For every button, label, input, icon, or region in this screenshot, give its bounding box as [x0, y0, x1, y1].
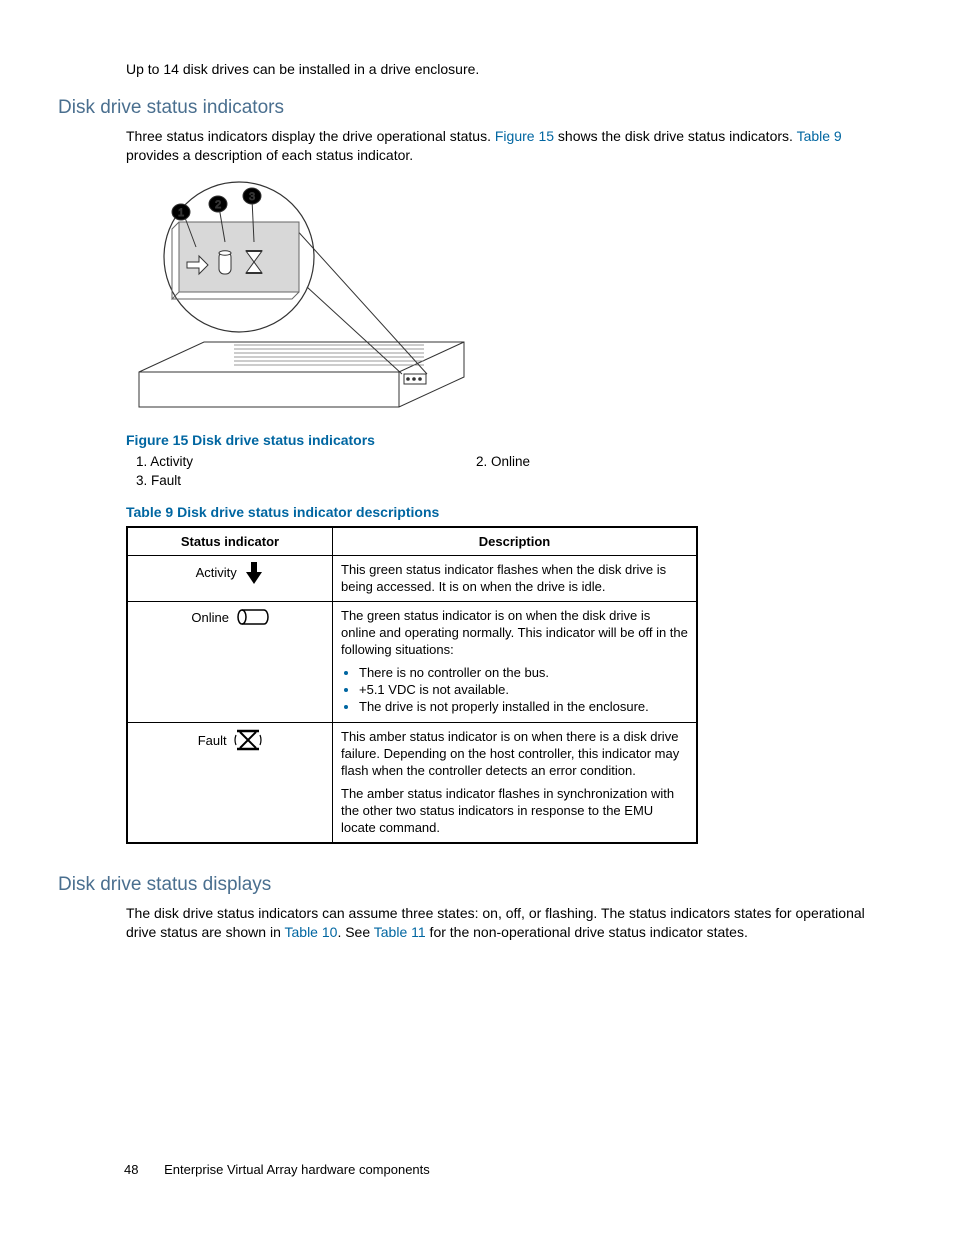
figure-15-caption: Figure 15 Disk drive status indicators — [126, 432, 896, 448]
table-head-description: Description — [333, 527, 698, 556]
figure-legend: 1. Activity 2. Online 3. Fault — [136, 454, 896, 488]
legend-item-2: 2. Online — [476, 454, 816, 469]
table-row: Fault This amber status indicator is on … — [127, 723, 697, 844]
online-bullets: There is no controller on the bus. +5.1 … — [341, 665, 688, 714]
figure-15-image: 1 2 3 — [124, 177, 484, 422]
text: for the non-operational drive status ind… — [426, 924, 748, 940]
svg-text:3: 3 — [249, 191, 255, 203]
intro-para: Up to 14 disk drives can be installed in… — [126, 60, 896, 79]
indicator-label-activity: Activity — [196, 565, 237, 580]
section2-para: The disk drive status indicators can ass… — [126, 904, 896, 942]
table-9: Status indicator Description Activity Th… — [126, 526, 698, 845]
fault-hourglass-icon — [234, 729, 262, 751]
link-table-9[interactable]: Table 9 — [797, 128, 842, 144]
footer-title: Enterprise Virtual Array hardware compon… — [164, 1162, 430, 1177]
table-9-caption: Table 9 Disk drive status indicator desc… — [126, 504, 896, 520]
desc-fault-2: The amber status indicator flashes in sy… — [341, 786, 688, 837]
link-table-10[interactable]: Table 10 — [285, 924, 338, 940]
page-number: 48 — [124, 1162, 138, 1177]
section-heading-indicators: Disk drive status indicators — [58, 97, 896, 119]
section-heading-displays: Disk drive status displays — [58, 874, 896, 896]
table-row: Online The green status indicator is on … — [127, 602, 697, 723]
desc-online: The green status indicator is on when th… — [341, 608, 688, 659]
svg-text:1: 1 — [178, 207, 184, 219]
section1-para: Three status indicators display the driv… — [126, 127, 896, 165]
legend-item-3: 3. Fault — [136, 473, 476, 488]
bullet: +5.1 VDC is not available. — [359, 682, 688, 697]
online-cylinder-icon — [237, 608, 269, 626]
desc-fault-1: This amber status indicator is on when t… — [341, 729, 688, 780]
page-footer: 48 Enterprise Virtual Array hardware com… — [0, 1162, 954, 1177]
svg-text:2: 2 — [215, 199, 221, 211]
table-head-indicator: Status indicator — [127, 527, 333, 556]
indicator-label-online: Online — [191, 610, 229, 625]
bullet: There is no controller on the bus. — [359, 665, 688, 680]
text: shows the disk drive status indicators. — [554, 128, 797, 144]
bullet: The drive is not properly installed in t… — [359, 699, 688, 714]
link-figure-15[interactable]: Figure 15 — [495, 128, 554, 144]
desc-activity: This green status indicator flashes when… — [341, 562, 688, 596]
link-table-11[interactable]: Table 11 — [374, 924, 426, 940]
legend-item-1: 1. Activity — [136, 454, 476, 469]
text: . See — [337, 924, 373, 940]
text: Three status indicators display the driv… — [126, 128, 495, 144]
activity-arrow-icon — [244, 562, 264, 584]
text: provides a description of each status in… — [126, 147, 413, 163]
indicator-label-fault: Fault — [198, 733, 227, 748]
table-row: Activity This green status indicator fla… — [127, 555, 697, 602]
